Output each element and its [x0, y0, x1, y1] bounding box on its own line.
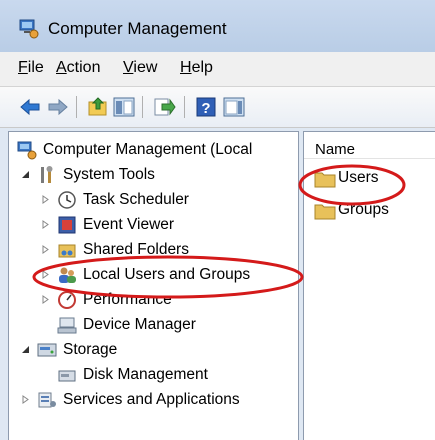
folder-icon	[314, 172, 336, 188]
toolbar: ?	[0, 87, 435, 128]
disk-management-icon	[58, 370, 76, 382]
tree-item-label: Local Users and Groups	[83, 266, 251, 283]
computer-management-app-icon	[19, 19, 39, 39]
toolbar-separator	[76, 96, 77, 118]
collapse-arrow-icon[interactable]	[21, 345, 30, 354]
tree-item-label: Device Manager	[83, 316, 196, 333]
show-action-pane-icon[interactable]	[222, 95, 246, 119]
menu-action[interactable]: Action	[56, 59, 100, 77]
storage-icon	[37, 343, 57, 357]
help-icon[interactable]: ?	[194, 95, 218, 119]
window-title: Computer Management	[48, 19, 227, 38]
folder-icon	[314, 204, 336, 220]
menu-help[interactable]: Help	[180, 59, 213, 77]
tree-item-label: Storage	[63, 341, 118, 358]
system-tools-icon	[41, 166, 53, 183]
tree-item-label: Disk Management	[83, 366, 208, 383]
list-item-label: Groups	[338, 201, 389, 218]
expand-arrow-icon[interactable]	[21, 395, 30, 404]
expand-arrow-icon[interactable]	[41, 195, 50, 204]
svg-text:?: ?	[201, 100, 210, 117]
users-group-icon	[59, 267, 76, 283]
services-icon	[38, 392, 56, 408]
tree-item-label: Shared Folders	[83, 241, 189, 258]
toolbar-separator	[142, 96, 143, 118]
forward-arrow-icon[interactable]	[46, 95, 70, 119]
tree-item-label: Services and Applications	[63, 391, 240, 408]
clock-icon	[58, 191, 76, 209]
computer-management-icon	[17, 141, 37, 160]
tree-item-label: Event Viewer	[83, 216, 175, 233]
expand-arrow-icon[interactable]	[41, 295, 50, 304]
menu-view[interactable]: View	[123, 59, 157, 77]
column-header-name[interactable]: Name	[304, 132, 435, 159]
computer-management-window: Computer Management File Action View Hel…	[0, 0, 435, 440]
event-viewer-icon	[58, 216, 76, 234]
expand-arrow-icon[interactable]	[41, 245, 50, 254]
device-manager-icon	[57, 317, 77, 334]
up-folder-icon[interactable]	[86, 95, 110, 119]
show-hide-console-tree-icon[interactable]	[112, 95, 136, 119]
tree-item-label: Task Scheduler	[83, 191, 189, 208]
tree-item-label: Performance	[83, 291, 172, 308]
expand-arrow-icon[interactable]	[41, 270, 50, 279]
back-arrow-icon[interactable]	[18, 95, 42, 119]
export-list-icon[interactable]	[152, 95, 176, 119]
tree-item-label: Computer Management (Local	[43, 141, 253, 158]
toolbar-separator	[184, 96, 185, 118]
details-pane[interactable]: Name Users Groups	[303, 131, 435, 440]
shared-folder-icon	[58, 244, 76, 258]
list-item-label: Users	[338, 169, 379, 186]
tree-item-label: System Tools	[63, 166, 155, 183]
menu-bar: File Action View Help	[0, 52, 435, 87]
console-tree-pane[interactable]: Computer Management (Local System Tools …	[8, 131, 299, 440]
column-header-label: Name	[315, 141, 356, 158]
collapse-arrow-icon[interactable]	[21, 170, 30, 179]
performance-icon	[58, 291, 76, 309]
menu-file[interactable]: File	[18, 59, 44, 77]
expand-arrow-icon[interactable]	[41, 220, 50, 229]
title-bar[interactable]: Computer Management	[0, 0, 435, 52]
